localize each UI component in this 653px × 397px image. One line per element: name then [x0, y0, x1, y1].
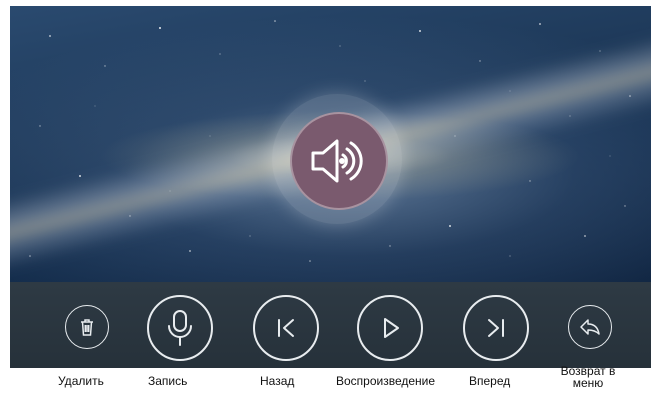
delete-label[interactable]: Удалить	[58, 374, 104, 388]
toolbar-labels: Удалить Запись Назад Воспроизведение Впе…	[0, 365, 653, 397]
forward-button[interactable]	[463, 295, 529, 361]
speaker-glyph	[311, 139, 363, 183]
previous-icon	[278, 319, 294, 337]
trash-icon	[81, 319, 93, 336]
return-menu-button[interactable]	[568, 305, 612, 349]
control-toolbar	[10, 282, 651, 368]
record-button[interactable]	[147, 295, 213, 361]
record-label[interactable]: Запись	[148, 374, 187, 388]
return-menu-label-line2: меню	[572, 376, 604, 390]
play-icon	[384, 318, 399, 338]
delete-button[interactable]	[65, 305, 109, 349]
return-menu-label[interactable]: Возврат в меню	[556, 365, 620, 389]
next-icon	[488, 319, 504, 337]
back-label[interactable]: Назад	[260, 374, 294, 388]
back-button[interactable]	[253, 295, 319, 361]
preview-screen	[10, 6, 651, 286]
play-label[interactable]: Воспроизведение	[336, 374, 435, 388]
return-icon	[580, 319, 600, 335]
forward-label[interactable]: Вперед	[469, 374, 510, 388]
play-button[interactable]	[357, 295, 423, 361]
microphone-icon	[168, 310, 192, 346]
speaker-sound-icon	[290, 112, 388, 210]
